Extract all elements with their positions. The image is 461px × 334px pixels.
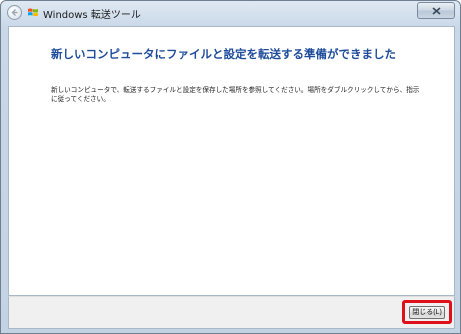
- title-bar: Windows 転送ツール: [1, 1, 460, 25]
- transfer-window: Windows 転送ツール 新しいコンピュータにファイルと設定を転送する準備がで…: [0, 0, 461, 334]
- windows-logo-icon: [28, 8, 38, 17]
- window-close-button[interactable]: [417, 2, 455, 19]
- footer-bar: 閉じる(L): [8, 296, 455, 329]
- close-x-icon: [432, 7, 441, 15]
- page-heading: 新しいコンピュータにファイルと設定を転送する準備ができました: [51, 47, 396, 61]
- window-title: Windows 転送ツール: [43, 10, 141, 21]
- back-arrow-icon: [11, 9, 18, 16]
- main-content: 新しいコンピュータにファイルと設定を転送する準備ができました 新しいコンピュータ…: [8, 26, 455, 296]
- close-button[interactable]: 閉じる(L): [409, 306, 445, 319]
- instruction-text: 新しいコンピュータで、転送するファイルと設定を保存した場所を参照してください。場…: [51, 86, 420, 103]
- back-button[interactable]: [7, 5, 22, 20]
- highlight-box: 閉じる(L): [402, 300, 452, 324]
